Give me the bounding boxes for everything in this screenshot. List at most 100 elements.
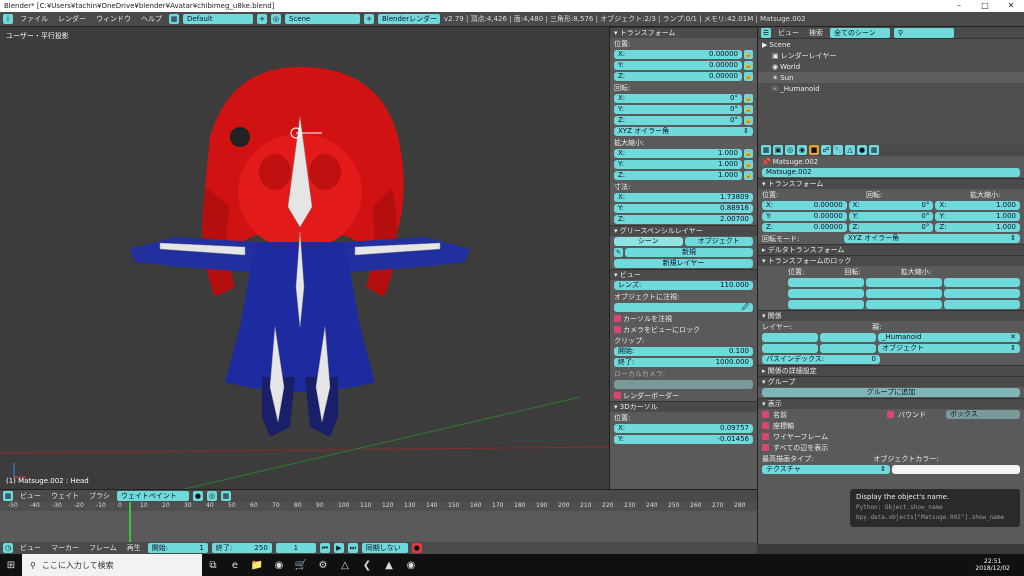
outliner-item-scene[interactable]: ▶ Scene (758, 39, 1024, 50)
lock-cursor-checkbox[interactable] (614, 315, 621, 322)
explorer-icon[interactable]: 📁 (246, 554, 268, 576)
clip-start-field[interactable]: 開始: 0.100 (614, 347, 753, 356)
pivot-icon[interactable]: ◎ (206, 491, 217, 501)
panel-3d-cursor[interactable]: ▾ 3Dカーソル (610, 401, 757, 412)
show-name-checkbox[interactable] (762, 411, 769, 418)
menu-window[interactable]: ウィンドウ (93, 14, 134, 24)
panel-transform[interactable]: ▾ トランスフォーム (610, 27, 757, 38)
layer-grid-d[interactable] (820, 344, 876, 353)
start-frame-field[interactable]: 開始: 1 (147, 543, 208, 553)
parent-type-select[interactable]: オブジェクト ⇕ (878, 344, 1020, 353)
lock-icon[interactable]: 🔒 (744, 160, 753, 169)
outliner-item-sun[interactable]: ☀ Sun (758, 72, 1024, 83)
outliner-search-menu[interactable]: 検索 (806, 28, 826, 38)
local-camera-field[interactable] (614, 380, 753, 389)
add-scene-icon[interactable]: + (364, 14, 374, 24)
lock-scale-z[interactable] (944, 300, 1020, 309)
unity-icon[interactable]: △ (334, 554, 356, 576)
current-frame-marker[interactable] (129, 502, 131, 542)
tl-frame-menu[interactable]: フレーム (86, 543, 120, 553)
lock-rot-x[interactable] (866, 278, 942, 287)
layer-grid-a[interactable] (762, 333, 818, 342)
cursor-x-field[interactable]: X: 0.09757 (614, 424, 753, 433)
current-frame-field[interactable]: 1 (275, 543, 316, 553)
location-x-field[interactable]: X: 0.00000 (614, 50, 742, 59)
lock-camera-checkbox[interactable] (614, 326, 621, 333)
layer-grid-b[interactable] (820, 333, 876, 342)
end-frame-field[interactable]: 終了: 250 (211, 543, 272, 553)
scene-tab-icon[interactable]: ◎ (785, 145, 795, 155)
task-view-icon[interactable]: ⧉ (202, 554, 224, 576)
constraint-tab-icon[interactable]: ☍ (821, 145, 831, 155)
panel-grease-pencil[interactable]: ▾ グリースペンシルレイヤー (610, 225, 757, 236)
props-panel-display[interactable]: ▾ 表示 (758, 398, 1024, 409)
pencil-icon[interactable]: ✎ (614, 248, 623, 257)
focus-object-field[interactable]: 🖉 (614, 303, 753, 312)
shading-icon[interactable]: ● (192, 491, 203, 501)
menu-render[interactable]: レンダー (55, 14, 89, 24)
dimension-y-field[interactable]: Y: 0.88916 (614, 204, 753, 213)
texture-tab-icon[interactable]: ▦ (869, 145, 879, 155)
render-tab-icon[interactable]: ▣ (773, 145, 783, 155)
tl-playback-menu[interactable]: 再生 (124, 543, 144, 553)
chrome-icon[interactable]: ◉ (268, 554, 290, 576)
location-y-field[interactable]: Y: 0.00000 (614, 61, 742, 70)
scene-icon[interactable]: ◎ (271, 14, 281, 24)
lock-icon[interactable]: 🔒 (744, 94, 753, 103)
outliner-item-renderlayer[interactable]: ▣ レンダーレイヤー (758, 50, 1024, 61)
mode-select[interactable]: ウェイトペイント (116, 491, 189, 501)
record-icon[interactable]: ● (411, 543, 422, 553)
vh-view-menu[interactable]: ビュー (17, 491, 44, 501)
location-z-field[interactable]: Z: 0.00000 (614, 72, 742, 81)
world-tab-icon[interactable]: ◉ (797, 145, 807, 155)
props-rot-x[interactable]: X: 0° (848, 201, 934, 210)
lock-loc-z[interactable] (788, 300, 864, 309)
parent-field[interactable]: _Humanoid ✕ (878, 333, 1020, 342)
props-rot-z[interactable]: Z: 0° (848, 223, 934, 232)
pass-index-field[interactable]: パスインデックス: 0 (762, 355, 880, 364)
outliner-editor-icon[interactable]: ☰ (761, 27, 771, 38)
props-loc-z[interactable]: Z: 0.00000 (762, 223, 847, 232)
3d-viewport[interactable]: ユーザー・平行投影 (1) Matsuge.002 : Head (0, 27, 609, 489)
add-to-group-button[interactable]: グループに追加 (762, 388, 1020, 397)
rotation-x-field[interactable]: X: 0° (614, 94, 742, 103)
rotation-mode-select[interactable]: XYZ オイラー角 ⇕ (614, 127, 753, 136)
taskbar-clock[interactable]: 22:51 2018/12/02 (975, 558, 1024, 572)
props-panel-groups[interactable]: ▾ グループ (758, 376, 1024, 387)
lock-icon[interactable]: 🔒 (744, 105, 753, 114)
props-panel-lock[interactable]: ▾ トランスフォームのロック (758, 255, 1024, 266)
blender-taskbar-icon[interactable]: ◉ (400, 554, 422, 576)
lock-scale-x[interactable] (944, 278, 1020, 287)
view3d-editor-icon[interactable]: ▦ (3, 491, 13, 501)
scale-y-field[interactable]: Y: 1.000 (614, 160, 742, 169)
scale-z-field[interactable]: Z: 1.000 (614, 171, 742, 180)
layer-grid-c[interactable] (762, 344, 818, 353)
close-icon[interactable]: ✕ (998, 0, 1024, 12)
props-rot-y[interactable]: Y: 0° (848, 212, 934, 221)
pin-icon[interactable]: 📌 (762, 158, 771, 166)
layers-icon[interactable]: ▦ (220, 491, 231, 501)
menu-file[interactable]: ファイル (17, 14, 51, 24)
lock-loc-x[interactable] (788, 278, 864, 287)
props-panel-relations-extra[interactable]: ▸ 関係の詳細設定 (758, 365, 1024, 376)
clip-end-field[interactable]: 終了: 1000.000 (614, 358, 753, 367)
timeline-editor-icon[interactable]: ◷ (3, 543, 13, 553)
jump-start-icon[interactable]: ⏮ (319, 543, 330, 553)
dimension-x-field[interactable]: X: 1.73809 (614, 193, 753, 202)
object-name-field[interactable]: Matsuge.002 (762, 168, 1020, 177)
rotation-y-field[interactable]: Y: 0° (614, 105, 742, 114)
timeline[interactable]: -50 -40 -30 -20 -10 0 10 20 30 40 50 60 70 80 90 100 110… (0, 502, 757, 542)
data-tab-icon[interactable]: △ (845, 145, 855, 155)
sync-mode-select[interactable]: 同期しない (361, 543, 408, 553)
lock-icon[interactable]: 🔒 (744, 72, 753, 81)
add-layout-icon[interactable]: + (257, 14, 267, 24)
vscode-icon[interactable]: ❮ (356, 554, 378, 576)
render-engine-selector[interactable]: Blenderレンダー (378, 14, 440, 24)
gp-tab-object[interactable]: オブジェクト (684, 237, 753, 246)
properties-editor-icon[interactable]: ▦ (761, 145, 771, 155)
lock-rot-y[interactable] (866, 289, 942, 298)
show-axis-checkbox[interactable] (762, 422, 769, 429)
props-panel-transform[interactable]: ▾ トランスフォーム (758, 178, 1024, 189)
cursor-y-field[interactable]: Y: -0.01456 (614, 435, 753, 444)
taskbar-search[interactable]: ⚲ ここに入力して検索 (22, 554, 202, 576)
